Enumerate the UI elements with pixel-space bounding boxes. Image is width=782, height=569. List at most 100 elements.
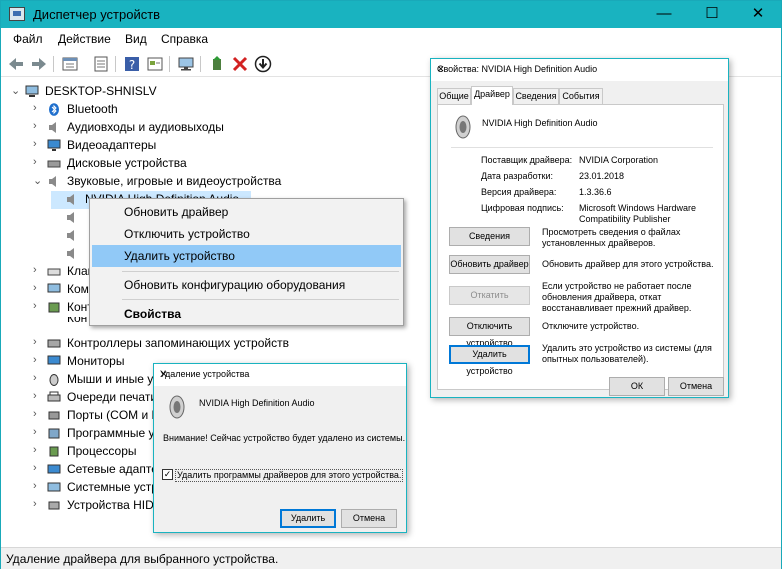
tree-item-ports[interactable]: › Порты (COM и L xyxy=(33,407,158,425)
details-button[interactable]: Сведения xyxy=(449,227,530,246)
tab-label: События xyxy=(562,91,600,101)
tree-item-computer[interactable]: › Комп xyxy=(33,281,95,299)
tree-item-display-adapters[interactable]: › Видеоадаптеры xyxy=(33,137,233,155)
context-disable-device[interactable]: Отключить устройство xyxy=(92,223,401,245)
uninstall-title-bar[interactable]: Удаление устройства ✕ xyxy=(154,364,406,386)
disable-device-button[interactable]: Отключить устройство xyxy=(449,317,530,348)
back-arrow-icon[interactable] xyxy=(7,55,25,73)
tree-item-disk-drives[interactable]: › Дисковые устройства xyxy=(33,155,233,173)
list-view-icon[interactable] xyxy=(92,55,110,73)
tab-label: Драйвер xyxy=(474,89,510,99)
tree-item-audio-io[interactable]: › Аудиовходы и аудиовыходы xyxy=(33,119,273,137)
chevron-right-icon[interactable]: › xyxy=(33,120,43,132)
tree-item-bluetooth[interactable]: › Bluetooth xyxy=(33,101,233,119)
chevron-right-icon[interactable]: › xyxy=(33,354,43,366)
chevron-right-icon[interactable]: › xyxy=(33,480,43,492)
close-button[interactable]: ✕ xyxy=(735,1,781,28)
menu-view[interactable]: Вид xyxy=(125,32,147,46)
help-icon[interactable]: ? xyxy=(123,55,141,73)
controller-icon xyxy=(48,302,60,313)
forward-arrow-icon[interactable] xyxy=(30,55,48,73)
close-icon[interactable]: ✕ xyxy=(160,369,400,380)
menu-item-label: Удалить устройство xyxy=(124,249,235,263)
uninstall-device-button[interactable]: Удалить устройство xyxy=(449,345,530,376)
chevron-right-icon[interactable]: › xyxy=(33,102,43,114)
chevron-right-icon[interactable]: › xyxy=(33,408,43,420)
download-arrow-icon[interactable] xyxy=(254,55,272,73)
context-uninstall-device[interactable]: Удалить устройство xyxy=(92,245,401,267)
monitor-icon xyxy=(47,139,61,151)
menu-file[interactable]: Файл xyxy=(13,32,43,46)
tree-item-label: Устройства HID xyxy=(67,498,154,512)
rollback-driver-button[interactable]: Откатить xyxy=(449,286,530,305)
tree-item-keyboards[interactable]: › Клав xyxy=(33,263,94,281)
chevron-right-icon[interactable]: › xyxy=(33,264,43,276)
tab-label: Сведения xyxy=(515,91,557,101)
remove-x-icon[interactable] xyxy=(231,55,249,73)
update-driver-icon[interactable] xyxy=(208,55,226,73)
tree-item-mice[interactable]: › Мыши и иные у xyxy=(33,371,154,389)
confirm-uninstall-button[interactable]: Удалить xyxy=(280,509,336,528)
tree-item-print-queues[interactable]: › Очереди печати xyxy=(33,389,157,407)
tree-item-monitors[interactable]: › Мониторы xyxy=(33,353,151,371)
tree-item-hid[interactable]: › Устройства HID xyxy=(33,497,154,515)
tree-item-processors[interactable]: › Процессоры xyxy=(33,443,151,461)
uninstall-warning: Внимание! Сейчас устройство будет удален… xyxy=(163,433,406,443)
chevron-right-icon[interactable]: › xyxy=(33,444,43,456)
chevron-down-icon[interactable]: ⌄ xyxy=(11,84,21,97)
title-bar[interactable]: Диспетчер устройств — ☐ ✕ xyxy=(1,1,781,28)
field-label: Версия драйвера: xyxy=(481,187,557,197)
close-icon[interactable]: ✕ xyxy=(437,64,722,75)
chevron-down-icon[interactable]: ⌄ xyxy=(33,174,43,187)
tab-details[interactable]: Сведения xyxy=(513,88,559,104)
disk-drive-icon xyxy=(47,160,61,168)
tree-item-network-adapters[interactable]: › Сетевые адаптер xyxy=(33,461,165,479)
chevron-right-icon[interactable]: › xyxy=(33,372,43,384)
properties-view-icon[interactable] xyxy=(61,55,79,73)
tree-root-label: DESKTOP-SHNISLV xyxy=(45,84,157,98)
action-desc: Если устройство не работает после обновл… xyxy=(542,281,692,313)
chevron-right-icon[interactable]: › xyxy=(33,336,43,348)
tree-item-label: Мыши и иные у xyxy=(67,372,154,386)
properties-title-bar[interactable]: Свойства: NVIDIA High Definition Audio ✕ xyxy=(431,59,728,81)
context-update-driver[interactable]: Обновить драйвер xyxy=(92,201,401,223)
tree-item-software-devices[interactable]: › Программные у xyxy=(33,425,154,443)
minimize-button[interactable]: — xyxy=(641,1,687,28)
menu-help[interactable]: Справка xyxy=(161,32,208,46)
chevron-right-icon[interactable]: › xyxy=(33,426,43,438)
chevron-right-icon[interactable]: › xyxy=(33,282,43,294)
chevron-right-icon[interactable]: › xyxy=(33,390,43,402)
chevron-right-icon[interactable]: › xyxy=(33,156,43,168)
field-value: 23.01.2018 xyxy=(579,171,625,181)
chevron-right-icon[interactable]: › xyxy=(33,462,43,474)
button-label: Отмена xyxy=(679,381,713,391)
tree-item-storage-controllers[interactable]: › Контроллеры запоминающих устройств xyxy=(33,335,303,353)
menu-bar: Файл Действие Вид Справка xyxy=(1,29,781,50)
tree-item-system-devices[interactable]: › Системные устр xyxy=(33,479,158,497)
cancel-button[interactable]: Отмена xyxy=(668,377,724,396)
menu-action[interactable]: Действие xyxy=(58,32,111,46)
maximize-button[interactable]: ☐ xyxy=(689,1,735,28)
cancel-uninstall-button[interactable]: Отмена xyxy=(341,509,397,528)
tree-item-controllers[interactable]: › Конт xyxy=(33,299,93,317)
delete-drivers-label[interactable]: Удалить программы драйверов для этого ус… xyxy=(175,469,404,482)
tree-item-label: Очереди печати xyxy=(67,390,158,404)
tab-general[interactable]: Общие xyxy=(437,88,471,104)
tab-events[interactable]: События xyxy=(559,88,603,104)
context-scan-hardware[interactable]: Обновить конфигурацию оборудования xyxy=(92,274,401,296)
tab-driver[interactable]: Драйвер xyxy=(471,86,513,105)
status-text: Удаление драйвера для выбранного устройс… xyxy=(6,552,279,566)
device-view-icon[interactable] xyxy=(146,55,164,73)
speaker-icon xyxy=(49,122,56,133)
ok-button[interactable]: ОК xyxy=(609,377,665,396)
chevron-right-icon[interactable]: › xyxy=(33,300,43,312)
field-label: Поставщик драйвера: xyxy=(481,155,573,165)
chevron-right-icon[interactable]: › xyxy=(33,498,43,510)
delete-drivers-checkbox[interactable]: ✓ xyxy=(162,469,173,480)
tree-item-sound-video[interactable]: ⌄ Звуковые, игровые и видеоустройства xyxy=(33,173,303,191)
scan-hardware-icon[interactable] xyxy=(177,55,195,73)
chevron-right-icon[interactable]: › xyxy=(33,138,43,150)
update-driver-button[interactable]: Обновить драйвер xyxy=(449,255,530,274)
tree-root[interactable]: ⌄ DESKTOP-SHNISLV xyxy=(11,83,211,101)
context-properties[interactable]: Свойства xyxy=(92,303,401,325)
